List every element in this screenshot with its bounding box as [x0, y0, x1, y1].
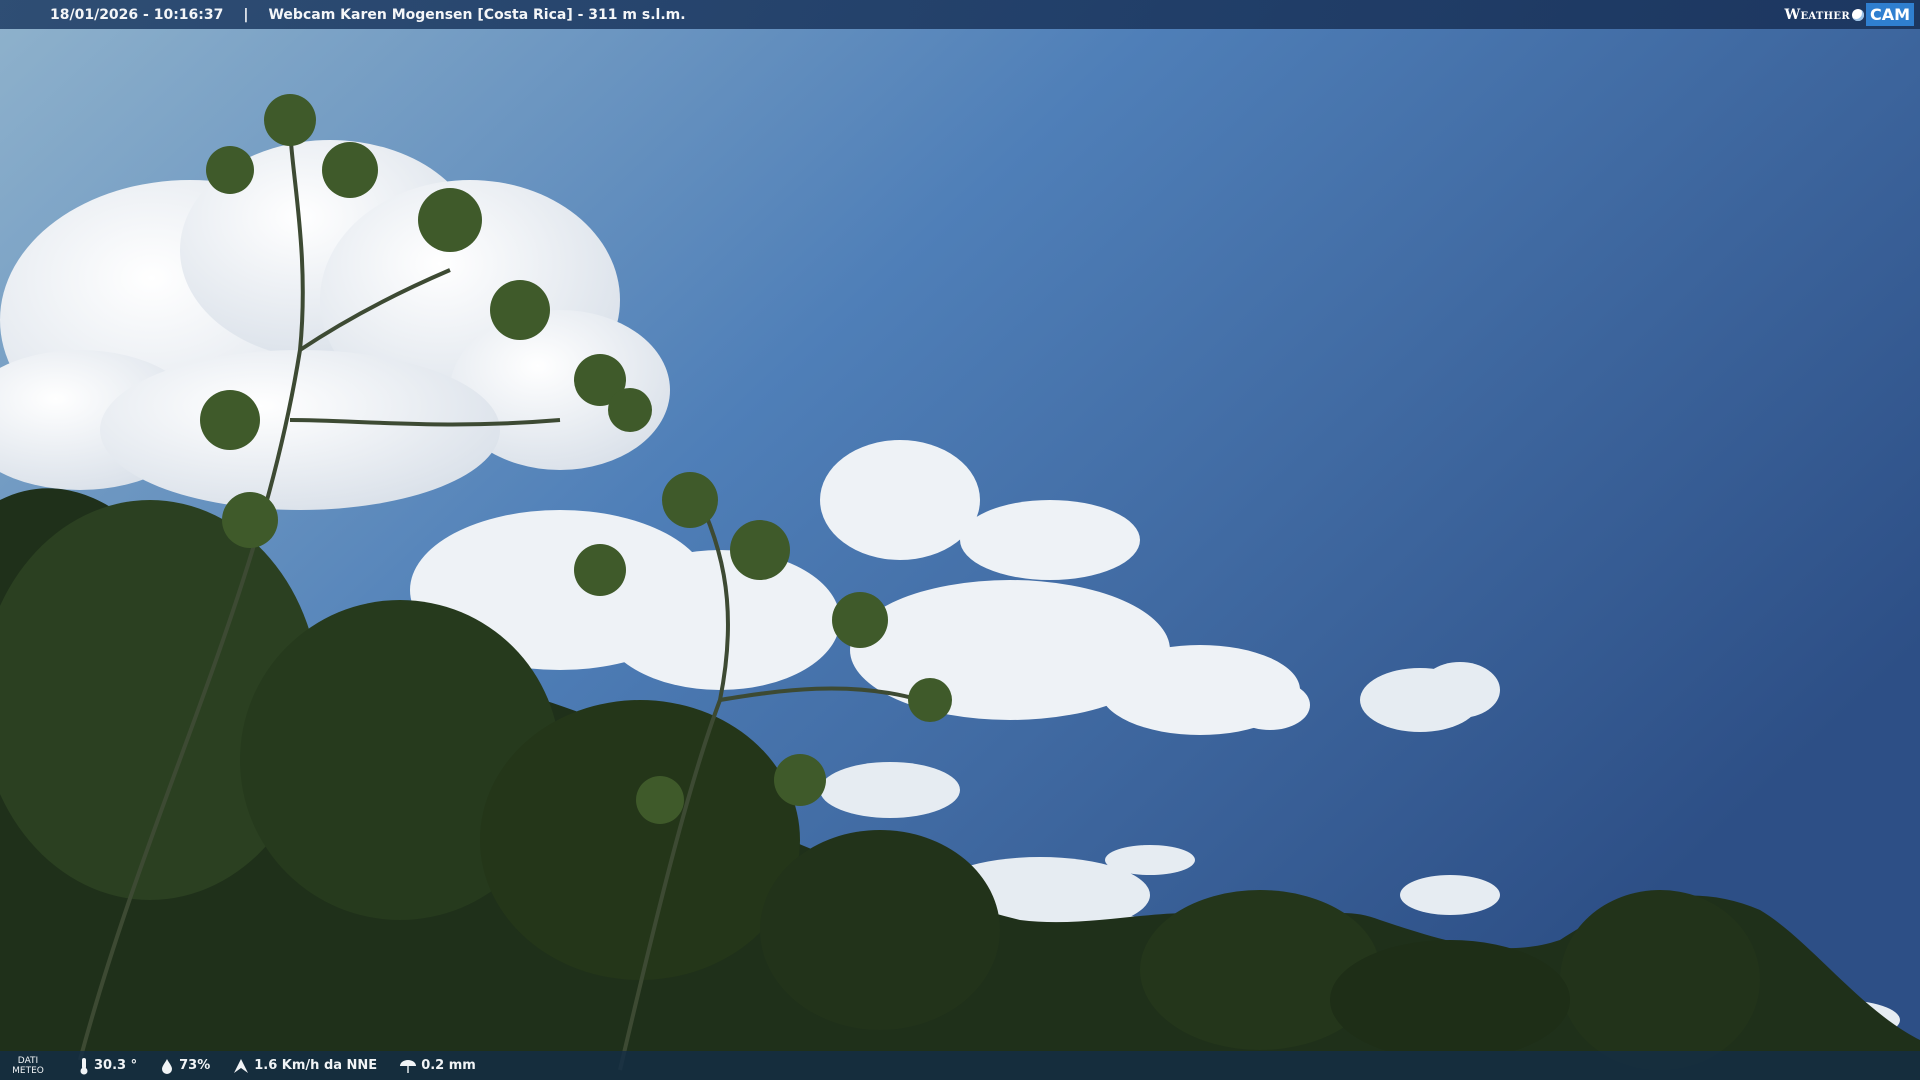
humidity-reading: 73% — [159, 1058, 210, 1074]
logo-weather-text: Weather — [1784, 6, 1850, 23]
meteo-bar: DATI METEO 30.3 ° 73% 1.6 Km/h da NNE 0.… — [0, 1051, 1920, 1080]
rain-value: 0.2 mm — [421, 1058, 476, 1073]
temperature-reading: 30.3 ° — [78, 1057, 137, 1075]
wind-value: 1.6 Km/h da NNE — [254, 1058, 378, 1073]
thermometer-icon — [80, 1057, 88, 1074]
humidity-icon — [162, 1058, 173, 1074]
logo-globe-icon — [1851, 8, 1864, 21]
rain-icon — [400, 1059, 417, 1073]
timestamp: 18/01/2026 - 10:16:37 — [50, 6, 224, 23]
header-bar: 18/01/2026 - 10:16:37 | Webcam Karen Mog… — [0, 0, 1920, 29]
meteo-label: DATI METEO — [12, 1055, 44, 1076]
webcam-scene — [0, 0, 1920, 1080]
wind-reading: 1.6 Km/h da NNE — [232, 1057, 377, 1075]
wind-icon — [234, 1058, 249, 1073]
temperature-value: 30.3 ° — [94, 1058, 138, 1073]
webcam-title: Webcam Karen Mogensen [Costa Rica] - 311… — [268, 6, 686, 23]
logo-cam-text: CAM — [1865, 3, 1914, 26]
rain-reading: 0.2 mm — [399, 1057, 476, 1075]
header-separator: | — [243, 6, 249, 23]
humidity-value: 73% — [179, 1058, 211, 1073]
weathercam-logo: Weather CAM — [1778, 0, 1920, 29]
